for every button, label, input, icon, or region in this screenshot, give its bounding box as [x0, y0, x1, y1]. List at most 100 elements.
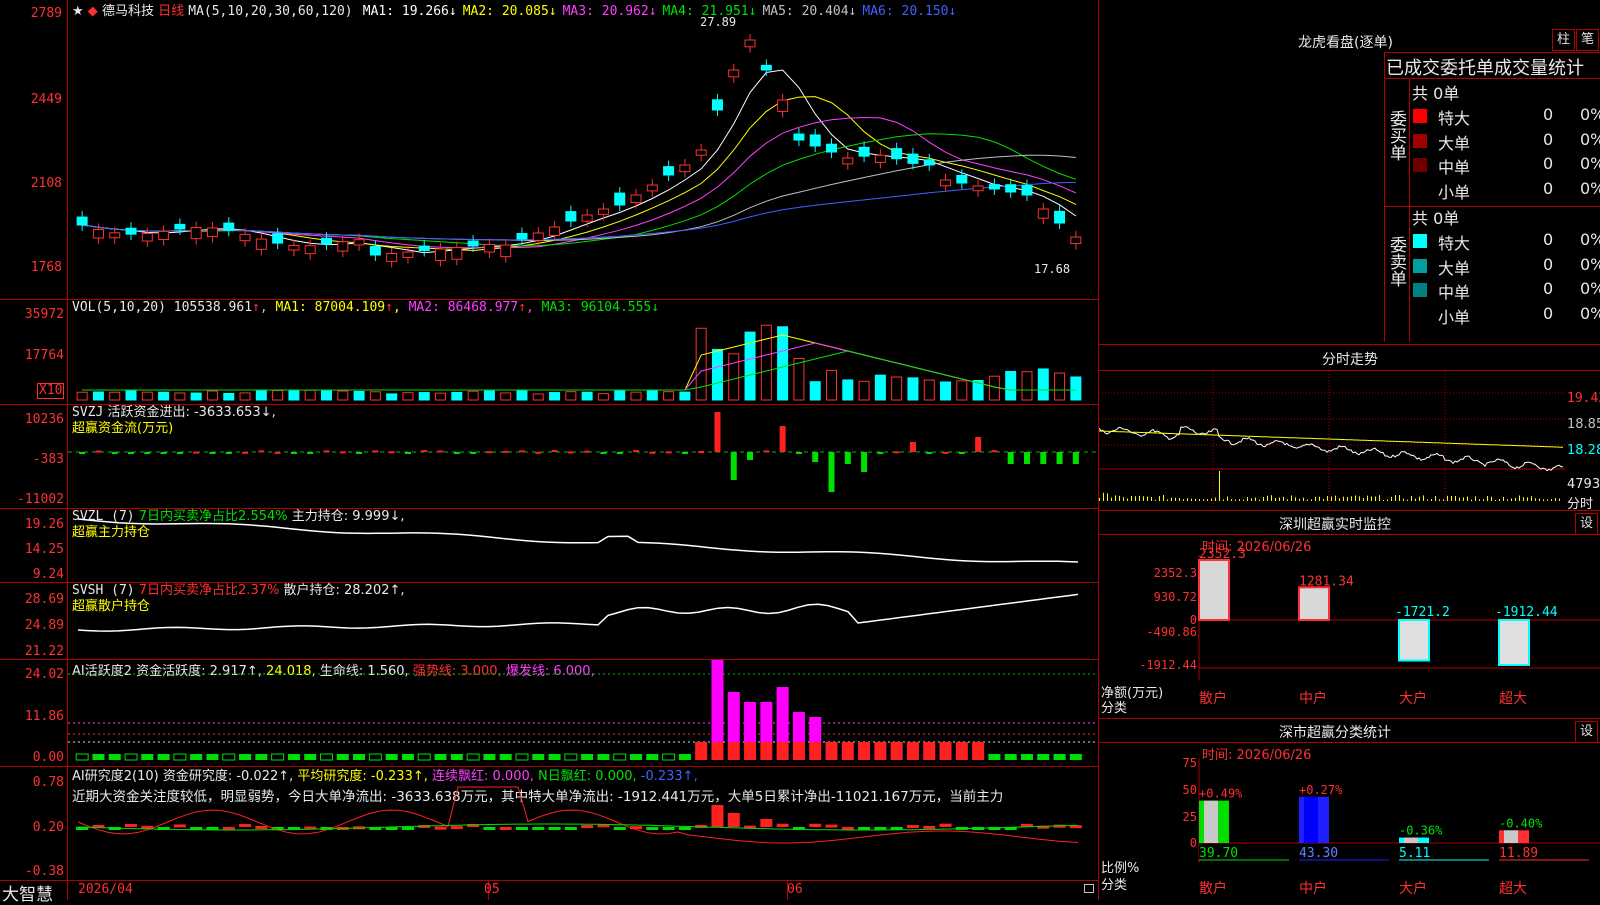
- ai-research-chart[interactable]: [68, 767, 1098, 880]
- svzl-chart[interactable]: [68, 509, 1098, 582]
- intraday-title: 分时走势: [1322, 352, 1378, 368]
- order-percent: 0%: [1580, 254, 1600, 274]
- intraday-volume-bar: [1243, 499, 1244, 501]
- intraday-volume-bar: [1235, 499, 1236, 501]
- color-swatch-icon: [1413, 234, 1427, 248]
- flow-bar: [877, 452, 884, 454]
- volume-bar: [1021, 371, 1033, 401]
- volume-bar: [239, 392, 251, 401]
- class-bar-chart[interactable]: 75 50 25 0 +0.49% 39.70 散户 +0.27% 43.30 中户 -0.36% 5…: [1099, 743, 1600, 900]
- candle-body: [467, 240, 479, 247]
- candle-body: [1005, 184, 1017, 193]
- color-swatch-icon: [1413, 158, 1427, 172]
- flow-bar: [274, 451, 281, 454]
- intraday-volume-bar: [1515, 497, 1516, 501]
- activity-bar: [190, 754, 203, 760]
- activity-bar: [906, 742, 919, 760]
- intraday-volume-bar: [1347, 497, 1348, 501]
- volume-bar: [369, 391, 381, 401]
- volume-bar: [467, 390, 479, 401]
- intraday-volume-bar: [1099, 497, 1100, 501]
- volume-bar: [92, 391, 104, 401]
- flow-bar: [290, 452, 297, 454]
- lhb-title: 龙虎看盘(逐单): [1298, 35, 1393, 51]
- volume-bar: [500, 392, 512, 401]
- activity-bar: [353, 754, 366, 760]
- lock-icon[interactable]: [1084, 884, 1094, 893]
- app-name: 大智慧: [2, 885, 53, 905]
- monitor-settings-button[interactable]: 设: [1575, 513, 1598, 535]
- intraday-volume-bar: [1451, 495, 1452, 501]
- y-tick: 2108: [30, 176, 62, 191]
- svzj-y-tick: 10236: [24, 412, 64, 427]
- flow-bar: [502, 450, 509, 453]
- flow-bar: [926, 452, 933, 454]
- intraday-volume-bar: [1455, 495, 1456, 501]
- main-chart-yaxis: 2789 2449 2108 1768: [0, 0, 64, 299]
- flow-bar: [893, 451, 900, 454]
- activity-bar: [141, 754, 154, 760]
- volume-bar: [858, 380, 870, 401]
- candle-body: [809, 134, 821, 147]
- candle-body: [777, 99, 789, 112]
- tick-mode-button[interactable]: 笔: [1576, 29, 1599, 51]
- candle-body: [728, 69, 740, 78]
- volume-bar: [809, 381, 821, 401]
- volume-bar: [321, 390, 332, 401]
- intraday-volume-bar: [1163, 495, 1164, 501]
- research-bar: [255, 825, 268, 829]
- candle-body: [956, 174, 968, 184]
- research-bar: [173, 824, 186, 828]
- activity-bar: [92, 754, 105, 760]
- activity-bar: [874, 742, 887, 760]
- research-bar: [662, 827, 675, 830]
- sell-total: 共 0单: [1412, 209, 1460, 228]
- ai-research-y-tick: 0.78: [32, 775, 64, 790]
- flow-bar: [828, 452, 835, 492]
- activity-bar: [222, 753, 236, 761]
- class-y-tick: 0: [1190, 836, 1197, 850]
- monitor-bar-chart[interactable]: 2352.3930.720-490.86-1912.442352.3散户1281…: [1099, 535, 1600, 715]
- candle-body: [239, 233, 251, 242]
- flow-bar: [633, 450, 640, 453]
- order-row: 特大 0 0%: [1410, 104, 1600, 128]
- intraday-volume-bar: [1143, 496, 1144, 501]
- volume-bar: [288, 389, 300, 401]
- class-settings-button[interactable]: 设: [1575, 721, 1598, 743]
- intraday-volume-bar: [1259, 499, 1260, 501]
- bar-mode-button[interactable]: 柱: [1552, 29, 1575, 51]
- svzj-chart[interactable]: [68, 405, 1098, 508]
- flow-bar: [111, 452, 118, 454]
- flow-bar: [730, 452, 737, 480]
- svsh-chart[interactable]: [68, 583, 1098, 659]
- intraday-volume-bar: [1251, 498, 1252, 501]
- intraday-volume-bar: [1435, 496, 1436, 501]
- candle-body: [223, 222, 235, 231]
- buy-orders-label: 委买单: [1386, 110, 1406, 161]
- research-bar: [515, 827, 528, 830]
- ai-active-chart[interactable]: [68, 660, 1098, 766]
- intraday-volume-bar: [1395, 495, 1396, 501]
- candle-body: [940, 179, 952, 187]
- volume-chart[interactable]: [68, 300, 1098, 404]
- color-swatch-icon: [1413, 133, 1427, 148]
- svzl-y-tick: 9.24: [32, 567, 64, 582]
- intraday-volume-bar: [1491, 496, 1492, 501]
- order-type-label: 小单: [1438, 307, 1471, 327]
- order-type-label: 小单: [1438, 182, 1471, 202]
- flow-bar: [160, 452, 167, 454]
- candlestick-chart[interactable]: [68, 0, 1098, 299]
- flow-bar: [518, 450, 525, 453]
- svsh-y-tick: 24.89: [24, 618, 64, 633]
- order-type-label: 中单: [1438, 283, 1471, 302]
- flow-bar: [1072, 452, 1079, 464]
- intraday-volume-bar: [1139, 495, 1140, 501]
- flow-bar: [909, 442, 916, 452]
- intraday-volume-bar: [1335, 495, 1336, 501]
- intraday-volume-bar: [1367, 495, 1368, 501]
- intraday-volume-bar: [1555, 498, 1556, 501]
- monitor-xlabel: 分类: [1101, 701, 1128, 716]
- activity-bar: [744, 742, 757, 760]
- intraday-chart[interactable]: [1099, 371, 1565, 509]
- flow-bar: [975, 437, 982, 452]
